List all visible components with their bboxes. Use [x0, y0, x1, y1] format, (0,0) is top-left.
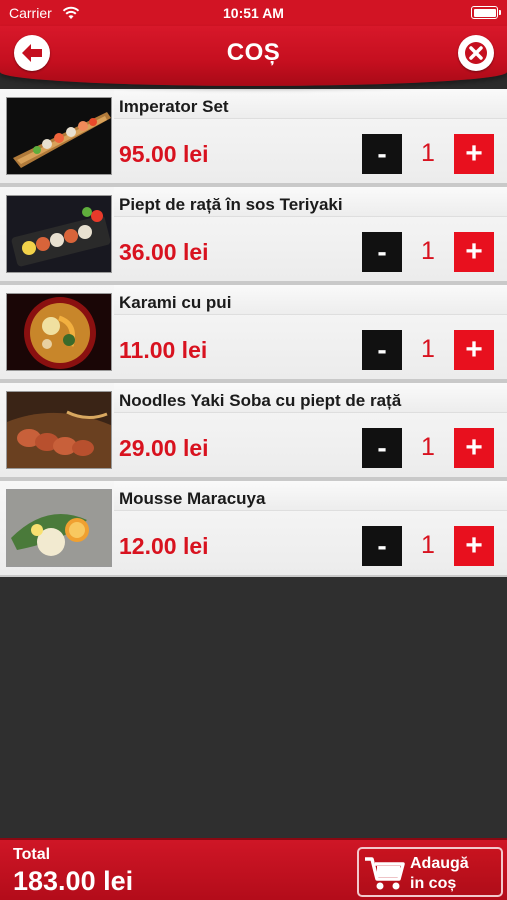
- item-name: Piept de rață în sos Teriyaki: [119, 195, 343, 214]
- sushi-boat-image: [6, 97, 112, 175]
- increase-quantity-button[interactable]: +: [454, 526, 494, 566]
- cart-item: Mousse Maracuya 12.00 lei - 1 +: [0, 481, 507, 577]
- decrease-quantity-button[interactable]: -: [362, 134, 402, 174]
- item-name: Mousse Maracuya: [119, 489, 266, 508]
- item-price: 11.00 lei: [119, 337, 208, 363]
- increase-quantity-button[interactable]: +: [454, 330, 494, 370]
- item-name: Karami cu pui: [119, 293, 232, 312]
- close-icon: [465, 42, 487, 64]
- decrease-quantity-button[interactable]: -: [362, 526, 402, 566]
- decrease-quantity-button[interactable]: -: [362, 428, 402, 468]
- total-value: 183.00 lei: [13, 866, 134, 896]
- quantity-value: 1: [421, 335, 435, 363]
- noodles-duck-image: [6, 391, 112, 469]
- item-price: 12.00 lei: [119, 533, 209, 559]
- cart-list: Imperator Set 95.00 lei - 1 + Piept de r…: [0, 89, 507, 577]
- increase-quantity-button[interactable]: +: [454, 428, 494, 468]
- increase-quantity-button[interactable]: +: [454, 134, 494, 174]
- battery-icon: [471, 6, 501, 19]
- item-price: 29.00 lei: [119, 435, 209, 461]
- shopping-cart-icon: [365, 857, 405, 890]
- total-label: Total: [13, 846, 51, 863]
- decrease-quantity-button[interactable]: -: [362, 330, 402, 370]
- quantity-value: 1: [421, 139, 435, 167]
- nav-bar: COȘ: [0, 26, 507, 86]
- add-to-cart-button[interactable]: Adaugă in coș: [357, 847, 503, 897]
- cart-item: Imperator Set 95.00 lei - 1 +: [0, 89, 507, 185]
- item-price: 95.00 lei: [119, 141, 209, 167]
- status-time: 10:51 AM: [223, 5, 284, 21]
- status-bar: Carrier 10:51 AM: [0, 0, 507, 26]
- page-title: COȘ: [226, 39, 281, 66]
- quantity-value: 1: [421, 531, 435, 559]
- quantity-value: 1: [421, 433, 435, 461]
- cart-item: Noodles Yaki Soba cu piept de rață 29.00…: [0, 383, 507, 479]
- quantity-value: 1: [421, 237, 435, 265]
- mousse-dessert-image: [6, 489, 112, 567]
- ramen-bowl-image: [6, 293, 112, 371]
- close-button[interactable]: [458, 35, 494, 71]
- item-price: 36.00 lei: [119, 239, 209, 265]
- item-name: Imperator Set: [119, 97, 229, 116]
- list-empty-area: [0, 577, 507, 839]
- item-name: Noodles Yaki Soba cu piept de rață: [119, 391, 402, 410]
- footer-bar: Total 183.00 lei Adaugă in coș: [0, 838, 507, 900]
- decrease-quantity-button[interactable]: -: [362, 232, 402, 272]
- cart-item: Piept de rață în sos Teriyaki 36.00 lei …: [0, 187, 507, 283]
- add-to-cart-label: Adaugă in coș: [410, 855, 469, 892]
- cart-item: Karami cu pui 11.00 lei - 1 +: [0, 285, 507, 381]
- duck-roll-image: [6, 195, 112, 273]
- increase-quantity-button[interactable]: +: [454, 232, 494, 272]
